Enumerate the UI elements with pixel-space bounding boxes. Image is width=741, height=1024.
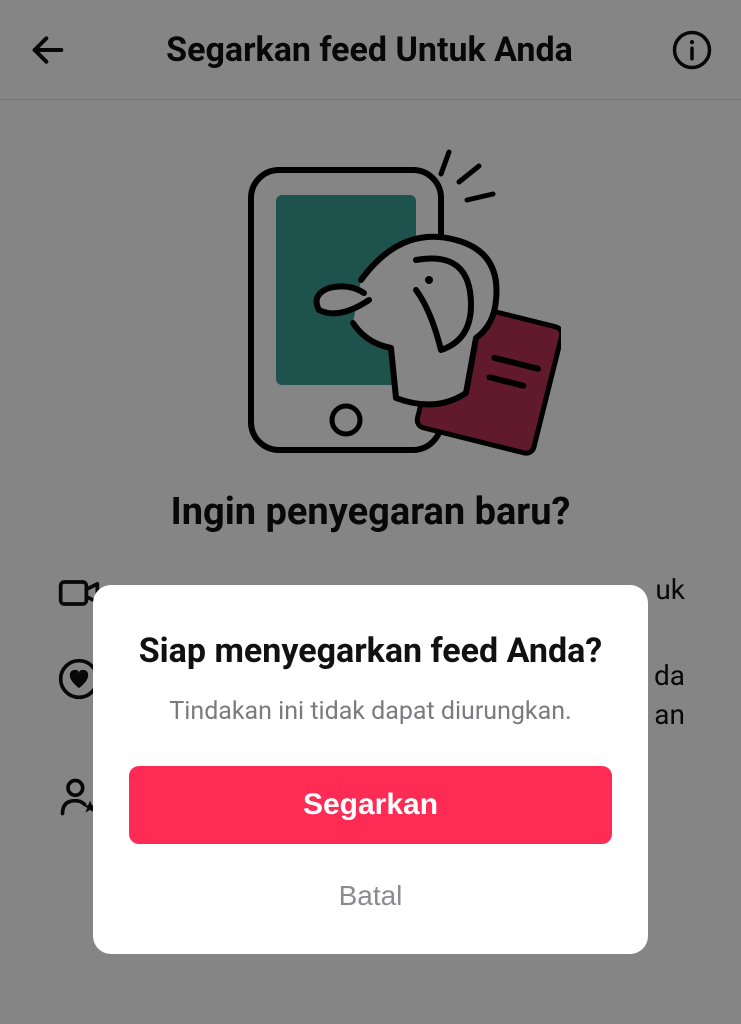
refresh-button[interactable]: Segarkan <box>129 766 612 844</box>
modal-overlay[interactable]: Siap menyegarkan feed Anda? Tindakan ini… <box>0 0 741 1024</box>
dialog-subtitle: Tindakan ini tidak dapat diurungkan. <box>169 697 571 726</box>
cancel-button[interactable]: Batal <box>319 870 423 922</box>
confirm-dialog: Siap menyegarkan feed Anda? Tindakan ini… <box>93 585 648 954</box>
dialog-title: Siap menyegarkan feed Anda? <box>139 629 602 675</box>
